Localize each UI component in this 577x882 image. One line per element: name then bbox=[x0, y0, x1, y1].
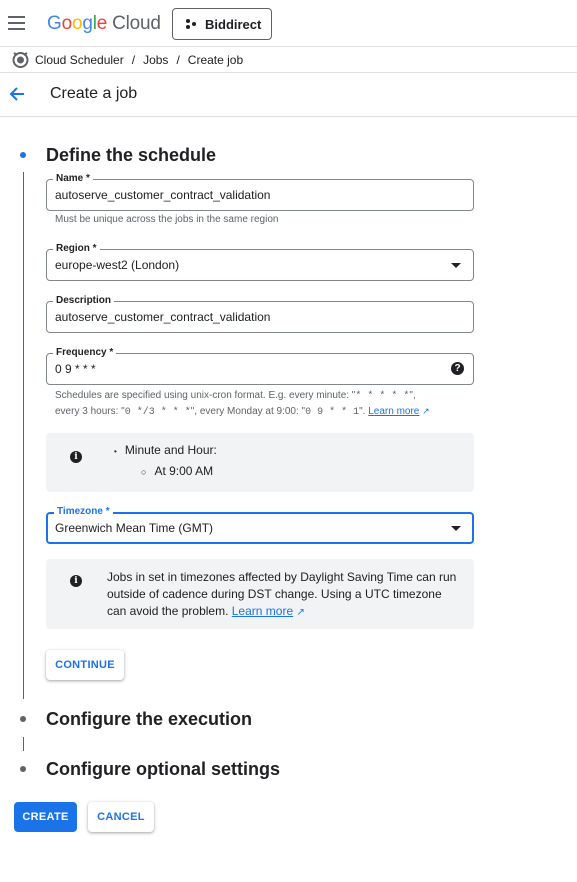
timezone-select[interactable]: Timezone * Greenwich Mean Time (GMT) bbox=[46, 505, 474, 544]
cancel-button[interactable]: CANCEL bbox=[88, 802, 154, 832]
frequency-learn-more-link[interactable]: Learn more bbox=[368, 406, 419, 417]
timezone-label: Timezone * bbox=[54, 505, 113, 519]
project-name: Biddirect bbox=[205, 16, 262, 32]
page-title: Create a job bbox=[50, 85, 138, 102]
info-icon: i bbox=[70, 451, 82, 463]
create-button[interactable]: CREATE bbox=[14, 802, 77, 832]
page-header: Create a job bbox=[0, 73, 577, 117]
scheduler-clock-icon bbox=[11, 50, 30, 69]
dropdown-arrow-icon[interactable] bbox=[451, 526, 461, 531]
summary-list: • Minute and Hour: ○ At 9:00 AM bbox=[114, 443, 217, 478]
description-value[interactable]: autoserve_customer_contract_validation bbox=[55, 310, 270, 324]
region-label: Region * bbox=[53, 242, 100, 256]
breadcrumb-separator: / bbox=[176, 52, 180, 67]
help-icon[interactable]: ? bbox=[451, 362, 464, 375]
name-field[interactable]: Name * autoserve_customer_contract_valid… bbox=[46, 172, 474, 211]
frequency-hint: Schedules are specified using unix-cron … bbox=[55, 390, 430, 418]
external-link-icon: ↗ bbox=[296, 607, 305, 618]
cron-example-every-minute: * * * * * bbox=[355, 391, 410, 402]
back-arrow-icon[interactable] bbox=[8, 85, 26, 108]
summary-item: Minute and Hour: bbox=[124, 443, 217, 457]
google-cloud-logo[interactable]: Google Cloud bbox=[47, 13, 161, 35]
project-picker-button[interactable]: Biddirect bbox=[172, 8, 272, 40]
frequency-value[interactable]: 0 9 * * * bbox=[55, 362, 96, 376]
region-select[interactable]: Region * europe-west2 (London) bbox=[46, 242, 474, 281]
step-connector bbox=[23, 737, 24, 751]
step-indicator bbox=[20, 766, 26, 772]
breadcrumb-create-job: Create job bbox=[187, 52, 244, 67]
summary-subitem: At 9:00 AM bbox=[154, 464, 214, 478]
timezone-value: Greenwich Mean Time (GMT) bbox=[55, 521, 214, 535]
frequency-label: Frequency * bbox=[53, 346, 117, 360]
cron-example-every-3-hours: 0 */3 * * * bbox=[124, 407, 191, 418]
name-label: Name * bbox=[53, 172, 93, 186]
dropdown-arrow-icon[interactable] bbox=[451, 263, 461, 268]
step-title-define-schedule[interactable]: Define the schedule bbox=[46, 145, 216, 166]
breadcrumb-cloud-scheduler[interactable]: Cloud Scheduler bbox=[35, 53, 124, 67]
description-label: Description bbox=[53, 294, 115, 308]
region-value: europe-west2 (London) bbox=[55, 258, 180, 272]
info-icon: i bbox=[70, 575, 82, 587]
frequency-field[interactable]: Frequency * 0 9 * * * ? bbox=[46, 346, 474, 385]
breadcrumb: Cloud Scheduler / Jobs / Create job bbox=[0, 47, 577, 73]
step-connector bbox=[23, 172, 24, 699]
step-indicator bbox=[20, 716, 26, 722]
top-app-bar: Google Cloud Biddirect bbox=[0, 0, 577, 47]
step-title-optional-settings[interactable]: Configure optional settings bbox=[46, 759, 280, 780]
step-title-configure-execution[interactable]: Configure the execution bbox=[46, 709, 252, 730]
continue-button[interactable]: CONTINUE bbox=[46, 650, 124, 680]
menu-icon[interactable] bbox=[8, 16, 26, 30]
breadcrumb-jobs[interactable]: Jobs bbox=[143, 53, 168, 67]
name-value[interactable]: autoserve_customer_contract_validation bbox=[55, 188, 270, 202]
breadcrumb-separator: / bbox=[131, 52, 136, 67]
frequency-summary-box: i • Minute and Hour: ○ At 9:00 AM bbox=[46, 433, 474, 492]
timezone-learn-more-link[interactable]: Learn more bbox=[232, 604, 293, 618]
timezone-warning-text: Jobs in set in timezones affected by Day… bbox=[107, 570, 457, 618]
cron-example-every-monday: 0 9 * * 1 bbox=[305, 407, 360, 418]
description-field[interactable]: Description autoserve_customer_contract_… bbox=[46, 294, 474, 333]
project-icon bbox=[186, 19, 196, 29]
step-indicator-active bbox=[20, 152, 26, 158]
timezone-warning-box: i Jobs in set in timezones affected by D… bbox=[46, 559, 474, 629]
name-hint: Must be unique across the jobs in the sa… bbox=[55, 214, 279, 225]
external-link-icon: ↗ bbox=[422, 406, 430, 416]
